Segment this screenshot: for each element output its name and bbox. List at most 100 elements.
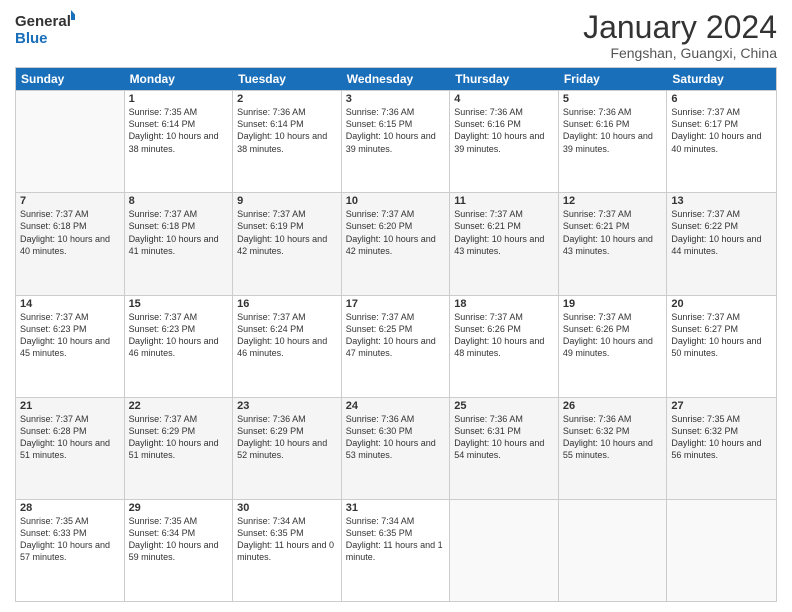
cal-cell: 17Sunrise: 7:37 AMSunset: 6:25 PMDayligh… xyxy=(342,296,451,397)
day-info: Sunrise: 7:36 AMSunset: 6:16 PMDaylight:… xyxy=(454,106,554,155)
day-number: 2 xyxy=(237,93,337,105)
cal-cell: 5Sunrise: 7:36 AMSunset: 6:16 PMDaylight… xyxy=(559,91,668,192)
day-number: 28 xyxy=(20,502,120,514)
day-info: Sunrise: 7:36 AMSunset: 6:30 PMDaylight:… xyxy=(346,413,446,462)
cal-cell: 20Sunrise: 7:37 AMSunset: 6:27 PMDayligh… xyxy=(667,296,776,397)
cal-cell: 9Sunrise: 7:37 AMSunset: 6:19 PMDaylight… xyxy=(233,193,342,294)
cal-cell xyxy=(667,500,776,601)
header: General Blue January 2024 Fengshan, Guan… xyxy=(15,10,777,61)
day-info: Sunrise: 7:37 AMSunset: 6:25 PMDaylight:… xyxy=(346,311,446,360)
cal-cell: 23Sunrise: 7:36 AMSunset: 6:29 PMDayligh… xyxy=(233,398,342,499)
cal-cell: 29Sunrise: 7:35 AMSunset: 6:34 PMDayligh… xyxy=(125,500,234,601)
cal-cell: 16Sunrise: 7:37 AMSunset: 6:24 PMDayligh… xyxy=(233,296,342,397)
day-info: Sunrise: 7:37 AMSunset: 6:22 PMDaylight:… xyxy=(671,208,772,257)
cal-cell xyxy=(559,500,668,601)
day-info: Sunrise: 7:35 AMSunset: 6:32 PMDaylight:… xyxy=(671,413,772,462)
day-number: 21 xyxy=(20,400,120,412)
day-info: Sunrise: 7:35 AMSunset: 6:34 PMDaylight:… xyxy=(129,515,229,564)
cal-cell: 30Sunrise: 7:34 AMSunset: 6:35 PMDayligh… xyxy=(233,500,342,601)
day-number: 10 xyxy=(346,195,446,207)
cal-cell: 26Sunrise: 7:36 AMSunset: 6:32 PMDayligh… xyxy=(559,398,668,499)
day-info: Sunrise: 7:37 AMSunset: 6:26 PMDaylight:… xyxy=(563,311,663,360)
cal-cell xyxy=(16,91,125,192)
day-number: 7 xyxy=(20,195,120,207)
cal-cell: 14Sunrise: 7:37 AMSunset: 6:23 PMDayligh… xyxy=(16,296,125,397)
cal-cell: 25Sunrise: 7:36 AMSunset: 6:31 PMDayligh… xyxy=(450,398,559,499)
day-number: 19 xyxy=(563,298,663,310)
day-number: 11 xyxy=(454,195,554,207)
day-info: Sunrise: 7:37 AMSunset: 6:18 PMDaylight:… xyxy=(129,208,229,257)
cal-cell: 28Sunrise: 7:35 AMSunset: 6:33 PMDayligh… xyxy=(16,500,125,601)
day-number: 27 xyxy=(671,400,772,412)
day-number: 14 xyxy=(20,298,120,310)
weekday-header-thursday: Thursday xyxy=(450,68,559,90)
cal-cell: 12Sunrise: 7:37 AMSunset: 6:21 PMDayligh… xyxy=(559,193,668,294)
cal-cell xyxy=(450,500,559,601)
cal-cell: 13Sunrise: 7:37 AMSunset: 6:22 PMDayligh… xyxy=(667,193,776,294)
day-number: 1 xyxy=(129,93,229,105)
cal-cell: 1Sunrise: 7:35 AMSunset: 6:14 PMDaylight… xyxy=(125,91,234,192)
cal-cell: 31Sunrise: 7:34 AMSunset: 6:35 PMDayligh… xyxy=(342,500,451,601)
day-info: Sunrise: 7:37 AMSunset: 6:18 PMDaylight:… xyxy=(20,208,120,257)
calendar-week-4: 21Sunrise: 7:37 AMSunset: 6:28 PMDayligh… xyxy=(16,397,776,499)
day-number: 6 xyxy=(671,93,772,105)
month-title: January 2024 xyxy=(583,10,777,45)
title-block: January 2024 Fengshan, Guangxi, China xyxy=(583,10,777,61)
calendar-week-3: 14Sunrise: 7:37 AMSunset: 6:23 PMDayligh… xyxy=(16,295,776,397)
cal-cell: 7Sunrise: 7:37 AMSunset: 6:18 PMDaylight… xyxy=(16,193,125,294)
calendar-week-5: 28Sunrise: 7:35 AMSunset: 6:33 PMDayligh… xyxy=(16,499,776,601)
day-number: 8 xyxy=(129,195,229,207)
page: General Blue January 2024 Fengshan, Guan… xyxy=(0,0,792,612)
cal-cell: 21Sunrise: 7:37 AMSunset: 6:28 PMDayligh… xyxy=(16,398,125,499)
weekday-header-monday: Monday xyxy=(125,68,234,90)
day-number: 5 xyxy=(563,93,663,105)
day-info: Sunrise: 7:34 AMSunset: 6:35 PMDaylight:… xyxy=(237,515,337,564)
cal-cell: 4Sunrise: 7:36 AMSunset: 6:16 PMDaylight… xyxy=(450,91,559,192)
day-number: 22 xyxy=(129,400,229,412)
day-info: Sunrise: 7:36 AMSunset: 6:31 PMDaylight:… xyxy=(454,413,554,462)
day-number: 23 xyxy=(237,400,337,412)
calendar: SundayMondayTuesdayWednesdayThursdayFrid… xyxy=(15,67,777,602)
day-number: 31 xyxy=(346,502,446,514)
cal-cell: 15Sunrise: 7:37 AMSunset: 6:23 PMDayligh… xyxy=(125,296,234,397)
day-info: Sunrise: 7:37 AMSunset: 6:28 PMDaylight:… xyxy=(20,413,120,462)
cal-cell: 27Sunrise: 7:35 AMSunset: 6:32 PMDayligh… xyxy=(667,398,776,499)
day-info: Sunrise: 7:37 AMSunset: 6:23 PMDaylight:… xyxy=(20,311,120,360)
day-info: Sunrise: 7:36 AMSunset: 6:15 PMDaylight:… xyxy=(346,106,446,155)
cal-cell: 8Sunrise: 7:37 AMSunset: 6:18 PMDaylight… xyxy=(125,193,234,294)
weekday-header-tuesday: Tuesday xyxy=(233,68,342,90)
logo-svg: General Blue xyxy=(15,10,75,46)
day-info: Sunrise: 7:37 AMSunset: 6:19 PMDaylight:… xyxy=(237,208,337,257)
cal-cell: 19Sunrise: 7:37 AMSunset: 6:26 PMDayligh… xyxy=(559,296,668,397)
day-info: Sunrise: 7:37 AMSunset: 6:20 PMDaylight:… xyxy=(346,208,446,257)
cal-cell: 11Sunrise: 7:37 AMSunset: 6:21 PMDayligh… xyxy=(450,193,559,294)
cal-cell: 2Sunrise: 7:36 AMSunset: 6:14 PMDaylight… xyxy=(233,91,342,192)
day-info: Sunrise: 7:36 AMSunset: 6:32 PMDaylight:… xyxy=(563,413,663,462)
day-info: Sunrise: 7:37 AMSunset: 6:29 PMDaylight:… xyxy=(129,413,229,462)
day-info: Sunrise: 7:37 AMSunset: 6:26 PMDaylight:… xyxy=(454,311,554,360)
day-info: Sunrise: 7:36 AMSunset: 6:14 PMDaylight:… xyxy=(237,106,337,155)
svg-text:Blue: Blue xyxy=(15,30,48,46)
day-info: Sunrise: 7:36 AMSunset: 6:29 PMDaylight:… xyxy=(237,413,337,462)
cal-cell: 24Sunrise: 7:36 AMSunset: 6:30 PMDayligh… xyxy=(342,398,451,499)
weekday-header-wednesday: Wednesday xyxy=(342,68,451,90)
day-info: Sunrise: 7:34 AMSunset: 6:35 PMDaylight:… xyxy=(346,515,446,564)
day-number: 30 xyxy=(237,502,337,514)
day-number: 20 xyxy=(671,298,772,310)
day-info: Sunrise: 7:35 AMSunset: 6:33 PMDaylight:… xyxy=(20,515,120,564)
day-info: Sunrise: 7:37 AMSunset: 6:21 PMDaylight:… xyxy=(563,208,663,257)
day-number: 9 xyxy=(237,195,337,207)
day-info: Sunrise: 7:37 AMSunset: 6:21 PMDaylight:… xyxy=(454,208,554,257)
day-number: 18 xyxy=(454,298,554,310)
day-info: Sunrise: 7:37 AMSunset: 6:17 PMDaylight:… xyxy=(671,106,772,155)
day-info: Sunrise: 7:36 AMSunset: 6:16 PMDaylight:… xyxy=(563,106,663,155)
calendar-body: 1Sunrise: 7:35 AMSunset: 6:14 PMDaylight… xyxy=(16,90,776,601)
day-number: 29 xyxy=(129,502,229,514)
day-info: Sunrise: 7:35 AMSunset: 6:14 PMDaylight:… xyxy=(129,106,229,155)
day-number: 16 xyxy=(237,298,337,310)
day-number: 13 xyxy=(671,195,772,207)
cal-cell: 18Sunrise: 7:37 AMSunset: 6:26 PMDayligh… xyxy=(450,296,559,397)
day-number: 25 xyxy=(454,400,554,412)
logo: General Blue xyxy=(15,10,75,46)
weekday-header-saturday: Saturday xyxy=(667,68,776,90)
